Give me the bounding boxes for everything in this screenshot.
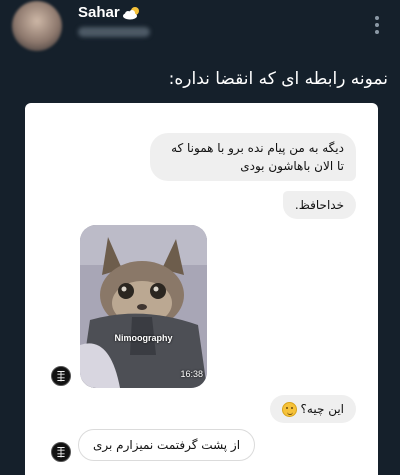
post-text: نمونه رابطه ای که انقضا نداره: (168, 69, 388, 89)
chat-message-received: از پشت گرفتمت نمیزارم بری (78, 429, 256, 461)
attached-chat-screenshot[interactable]: دیگه به من پیام نده برو با همونا که تا ا… (25, 103, 378, 475)
photo-timestamp: 16:38 (180, 369, 203, 379)
smiling-face-icon (281, 401, 297, 417)
author-name[interactable]: Sahar (78, 4, 120, 21)
chat-message-sent: این چیه؟ (269, 395, 356, 423)
profile-stamp-icon[interactable] (51, 442, 71, 462)
sun-behind-cloud-icon (122, 6, 139, 19)
author-handle-blurred (78, 27, 150, 37)
more-options-icon[interactable] (374, 16, 380, 34)
chat-message-sent: خداحافظ. (282, 191, 356, 219)
profile-stamp-icon[interactable] (51, 366, 71, 386)
chat-message-sent: دیگه به من پیام نده برو با همونا که تا ا… (150, 133, 356, 181)
cat-photo-image (80, 225, 207, 388)
chat-photo-message[interactable]: Nimoography 16:38 (80, 225, 207, 388)
author-avatar[interactable] (12, 1, 62, 51)
author-name-row[interactable]: Sahar (78, 4, 142, 21)
photo-watermark: Nimoography (114, 333, 173, 343)
chat-message-text: این چیه؟ (300, 402, 344, 416)
